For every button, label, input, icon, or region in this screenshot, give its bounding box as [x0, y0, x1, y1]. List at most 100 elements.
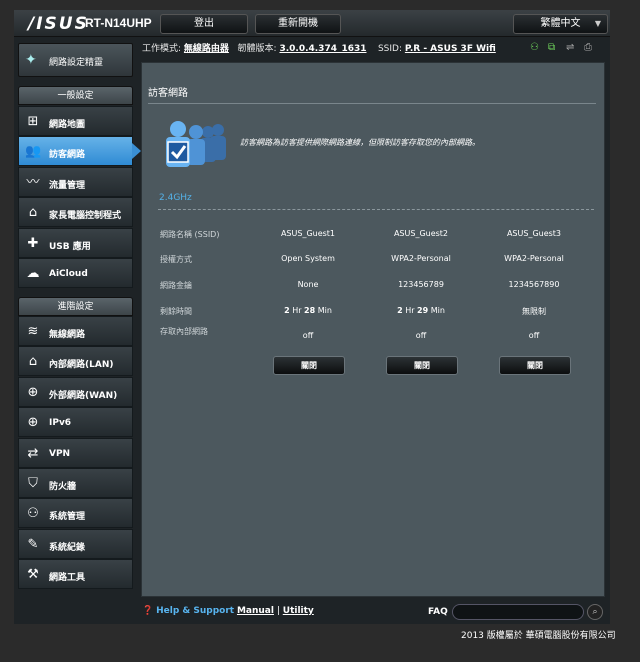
guest3-ssid: ASUS_Guest3 [506, 229, 562, 238]
sidebar-item-wireless[interactable]: ≋ 無線網路 [18, 316, 133, 346]
guest2-hours: 2 [397, 306, 403, 315]
guest1-auth: Open System [281, 254, 335, 263]
sidebar-item-label: 流量管理 [49, 180, 86, 191]
guest2-ssid: ASUS_Guest2 [393, 229, 449, 238]
sidebar-item-parental-control[interactable]: ⌂ 家長電腦控制程式 [18, 197, 133, 228]
advanced-header: 進階設定 [18, 297, 133, 316]
sidebar-item-guest-network[interactable]: 👥 訪客網路 [18, 136, 141, 167]
reboot-button[interactable]: 重新開機 [255, 14, 341, 34]
sidebar-item-label: 網路工具 [49, 573, 86, 584]
guest1-ssid: ASUS_Guest1 [280, 229, 336, 238]
band-label: 2.4GHz [159, 193, 192, 203]
general-header: 一般設定 [18, 86, 133, 105]
guest-network-illustration-icon [166, 121, 226, 167]
internet-status-icon[interactable]: ⧉ [548, 42, 558, 54]
help-support-link[interactable]: Help & Support [156, 606, 234, 616]
logout-button[interactable]: 登出 [160, 14, 248, 34]
row-label-ssid: 網路名稱 (SSID) [160, 230, 220, 239]
language-select[interactable]: 繁體中文 ▼ [513, 14, 608, 34]
sidebar-item-vpn[interactable]: ⇄ VPN [18, 437, 133, 468]
ssid-value[interactable]: P.R - ASUS 3F Wifi [405, 44, 496, 54]
guest2-auth: WPA2-Personal [391, 254, 451, 263]
sidebar-item-label: 訪客網路 [49, 150, 86, 161]
guest3-time: 無限制 [522, 307, 546, 316]
aicloud-icon: ☁ [26, 266, 40, 281]
faq-search-input[interactable] [452, 604, 584, 620]
sidebar-item-traffic-manager[interactable]: 〰流量管理 [18, 166, 133, 197]
router-model: RT-N14UHP [85, 16, 152, 30]
copyright: 2013 版權屬於 華碩電腦股份有限公司 [461, 631, 616, 641]
help-icon: ❓ [142, 606, 154, 616]
sidebar-item-label: 無線網路 [49, 330, 86, 340]
guest2-key: 123456789 [398, 280, 444, 289]
sidebar-item-aicloud[interactable]: ☁ AiCloud [18, 258, 133, 288]
guest2-close-button[interactable]: 關閉 [386, 356, 458, 375]
hr-unit: Hr [405, 306, 415, 315]
sidebar-item-wan[interactable]: ⊕ 外部網路(WAN) [18, 376, 133, 407]
quick-setup-label: 網路設定精靈 [49, 58, 104, 68]
page-title: 訪客網路 [148, 88, 188, 99]
sidebar-item-label: 系統管理 [49, 512, 86, 523]
guest2-minutes: 29 [417, 306, 429, 315]
sidebar-item-label: 家長電腦控制程式 [49, 211, 122, 222]
guest1-hours: 2 [284, 306, 290, 315]
wan-icon: ⊕ [27, 384, 39, 400]
wireless-icon: ≋ [27, 324, 39, 339]
guest2-time: 2 Hr 29 Min [371, 306, 471, 315]
firewall-icon: ⛉ [28, 476, 38, 491]
faq-label: FAQ [428, 607, 448, 617]
network-tools-icon: ⚒ [27, 567, 39, 583]
administration-icon: ⚇ [27, 506, 39, 522]
parental-control-icon: ⌂ [28, 205, 38, 221]
ipv6-icon: ⊕ [27, 415, 39, 431]
sidebar-item-system-log[interactable]: ✎ 系統紀錄 [18, 528, 133, 559]
usb-status-icon[interactable]: ⇌ [566, 42, 576, 54]
sidebar-item-administration[interactable]: ⚇ 系統管理 [18, 498, 133, 529]
guest1-time: 2 Hr 28 Min [258, 306, 358, 315]
title-divider [148, 103, 596, 104]
chevron-down-icon: ▼ [594, 19, 601, 28]
firmware-label: 韌體版本: [237, 44, 277, 54]
printer-status-icon[interactable]: ⎙ [584, 42, 594, 54]
sidebar-item-label: 系統紀錄 [49, 542, 86, 553]
sidebar-item-network-map[interactable]: ⊞ 網路地圖 [18, 106, 133, 136]
guest1-close-button[interactable]: 關閉 [273, 356, 345, 375]
clients-icon[interactable]: ⚇ [530, 42, 540, 54]
sidebar-item-label: IPv6 [49, 418, 72, 429]
guest3-auth: WPA2-Personal [504, 254, 564, 263]
mode-value[interactable]: 無線路由器 [184, 44, 229, 54]
magic-wand-icon: ✦ [25, 52, 37, 68]
hr-unit: Hr [292, 306, 302, 315]
sidebar-item-label: USB 應用 [49, 241, 91, 252]
mode-label: 工作模式: [142, 44, 182, 54]
row-label-intranet: 存取內部網路 [160, 327, 208, 336]
guest3-close-button[interactable]: 關閉 [499, 356, 571, 375]
lan-icon: ⌂ [28, 354, 38, 370]
sidebar-item-label: AiCloud [49, 269, 88, 279]
footer-separator: | [276, 606, 280, 616]
min-unit: Min [430, 306, 445, 315]
sidebar-item-ipv6[interactable]: ⊕ IPv6 [18, 407, 133, 438]
sidebar-item-label: 防火牆 [49, 482, 77, 492]
traffic-manager-icon: 〰 [26, 174, 40, 190]
guest3-key: 1234567890 [508, 280, 560, 289]
vpn-icon: ⇄ [27, 445, 39, 461]
guest3-intranet: off [528, 331, 540, 340]
ssid-label: SSID: [377, 44, 403, 54]
manual-link[interactable]: Manual [237, 606, 274, 616]
status-icons: ⚇ ⧉ ⇌ ⎙ [530, 42, 594, 56]
utility-link[interactable]: Utility [283, 606, 314, 616]
sidebar-item-network-tools[interactable]: ⚒ 網路工具 [18, 559, 133, 590]
page-description: 訪客網路為訪客提供網際網路連線，但限制訪客存取您的內部網路。 [240, 138, 480, 147]
search-icon[interactable]: ⌕ [587, 604, 603, 620]
firmware-value[interactable]: 3.0.0.4.374_1631 [279, 44, 366, 54]
sidebar-item-usb-application[interactable]: ✚ USB 應用 [18, 227, 133, 258]
quick-setup-button[interactable]: ✦ 網路設定精靈 [18, 43, 133, 77]
row-label-time: 剩餘時間 [160, 307, 192, 316]
language-value: 繁體中文 [540, 18, 581, 29]
sidebar-item-firewall[interactable]: ⛉ 防火牆 [18, 468, 133, 498]
sidebar-item-lan[interactable]: ⌂ 內部網路(LAN) [18, 346, 133, 377]
row-label-key: 網路金鑰 [160, 281, 192, 290]
band-divider [158, 209, 594, 210]
guest1-key: None [297, 280, 319, 289]
